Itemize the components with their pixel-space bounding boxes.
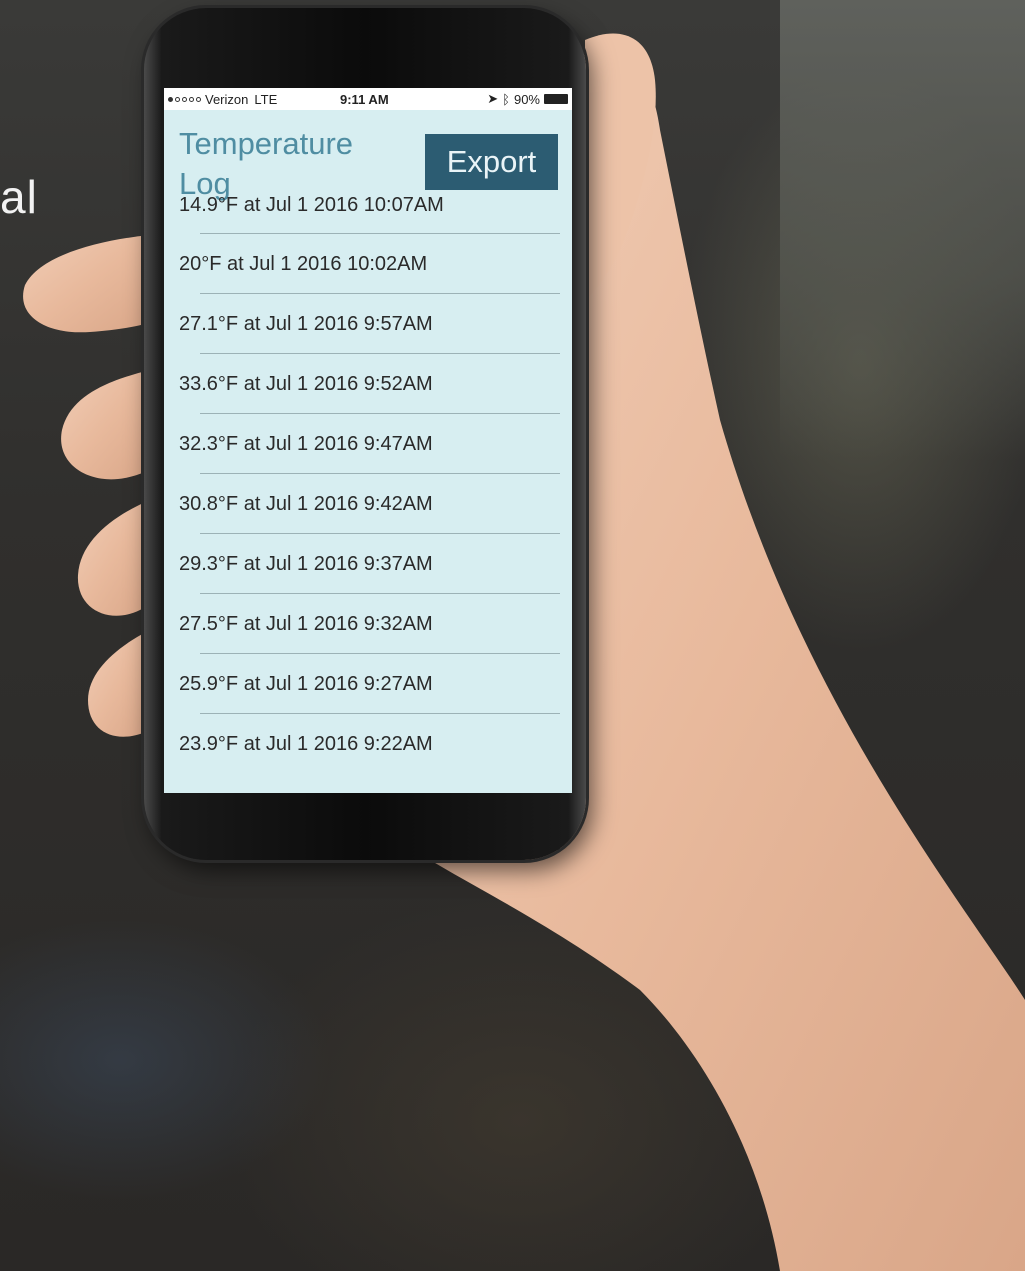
log-entry[interactable]: 32.3°F at Jul 1 2016 9:47AM	[164, 414, 572, 474]
log-entry-text: 20°F at Jul 1 2016 10:02AM	[179, 252, 428, 275]
log-entry[interactable]: 27.1°F at Jul 1 2016 9:57AM	[164, 294, 572, 354]
log-entry-text: 27.5°F at Jul 1 2016 9:32AM	[179, 612, 433, 635]
log-entry[interactable]: 27.5°F at Jul 1 2016 9:32AM	[164, 594, 572, 654]
carrier-name: Verizon	[205, 91, 249, 107]
network-type: LTE	[254, 91, 278, 107]
log-entry-text: 23.9°F at Jul 1 2016 9:22AM	[179, 732, 433, 755]
battery-percent: 90%	[513, 91, 540, 107]
phone-device: Verizon LTE 9:11 AM ➤ ᛒ 90% Temperature …	[144, 8, 586, 860]
log-entry-text: 32.3°F at Jul 1 2016 9:47AM	[179, 432, 433, 455]
temperature-log-list: 14.9°F at Jul 1 2016 10:07AM 20°F at Jul…	[164, 194, 572, 774]
log-entry[interactable]: 25.9°F at Jul 1 2016 9:27AM	[164, 654, 572, 714]
signal-strength-icon	[168, 96, 201, 102]
location-icon: ➤	[487, 91, 499, 106]
status-bar: Verizon LTE 9:11 AM ➤ ᛒ 90%	[164, 88, 572, 110]
log-entry[interactable]: 20°F at Jul 1 2016 10:02AM	[164, 234, 572, 294]
log-entry-text: 29.3°F at Jul 1 2016 9:37AM	[179, 552, 433, 575]
log-entry[interactable]: 29.3°F at Jul 1 2016 9:37AM	[164, 534, 572, 594]
status-time: 9:11 AM	[340, 91, 389, 107]
log-entry-text: 27.1°F at Jul 1 2016 9:57AM	[179, 312, 433, 335]
log-entry[interactable]: 23.9°F at Jul 1 2016 9:22AM	[164, 714, 572, 774]
battery-icon	[544, 94, 568, 104]
log-entry-text: 33.6°F at Jul 1 2016 9:52AM	[179, 372, 433, 395]
log-entry[interactable]: 30.8°F at Jul 1 2016 9:42AM	[164, 474, 572, 534]
bluetooth-icon: ᛒ	[502, 91, 510, 107]
log-entry[interactable]: 14.9°F at Jul 1 2016 10:07AM	[164, 176, 572, 234]
log-entry-text: 14.9°F at Jul 1 2016 10:07AM	[179, 193, 444, 216]
phone-screen: Verizon LTE 9:11 AM ➤ ᛒ 90% Temperature …	[164, 88, 572, 793]
log-entry-text: 30.8°F at Jul 1 2016 9:42AM	[179, 492, 433, 515]
log-entry[interactable]: 33.6°F at Jul 1 2016 9:52AM	[164, 354, 572, 414]
log-entry-text: 25.9°F at Jul 1 2016 9:27AM	[179, 672, 433, 695]
